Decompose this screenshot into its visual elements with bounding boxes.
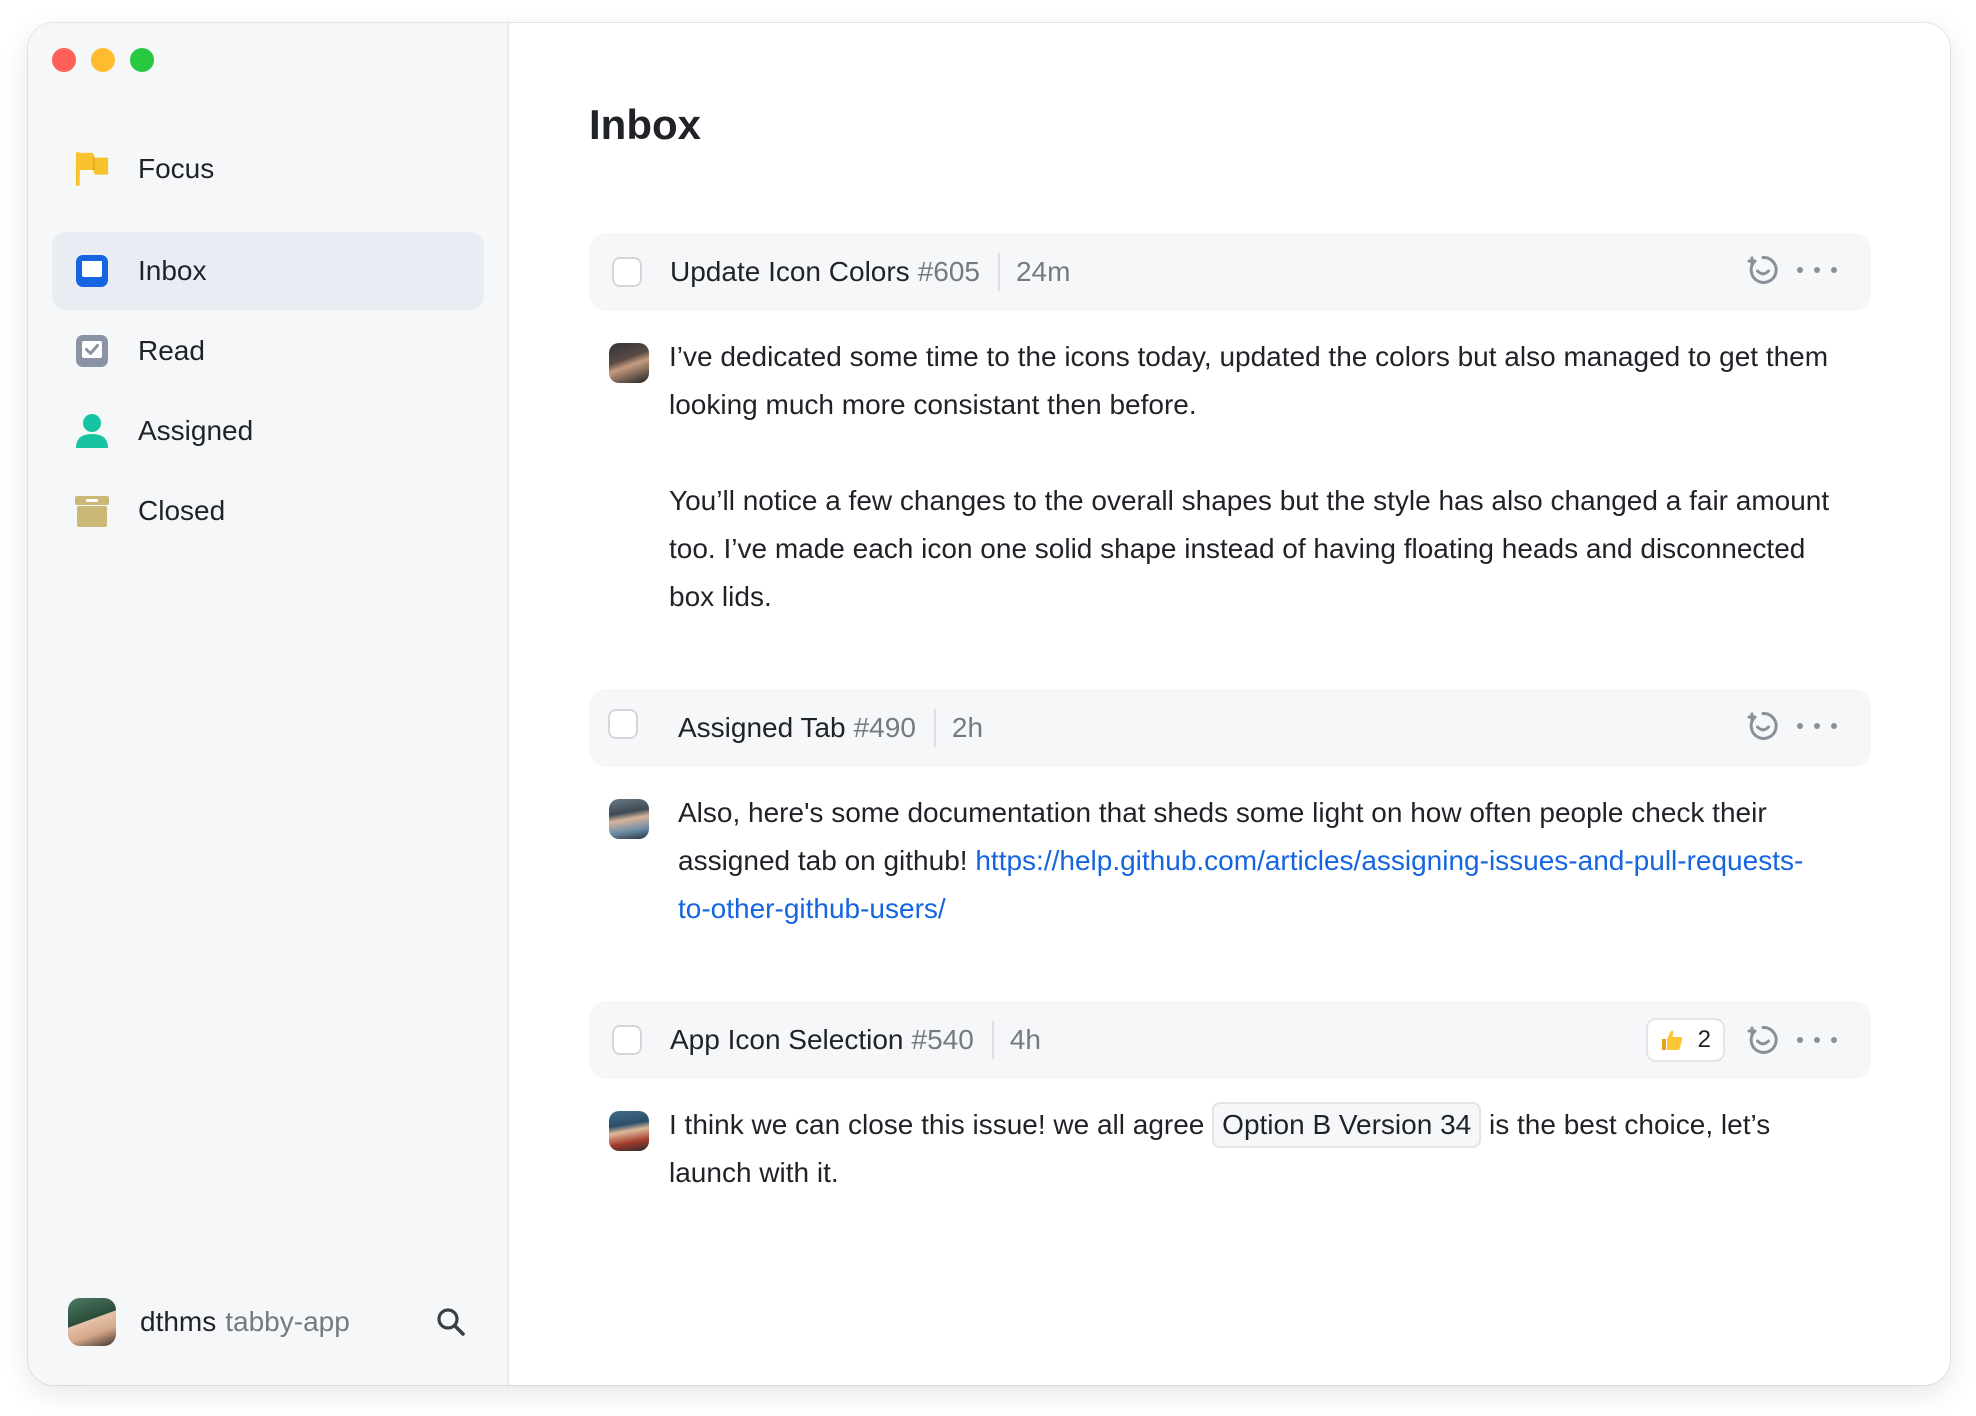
snooze-icon[interactable] bbox=[1745, 1022, 1781, 1058]
reaction-count: 2 bbox=[1697, 1026, 1711, 1053]
repo-name: tabby-app bbox=[225, 1306, 350, 1337]
comment: I think we can close this issue! we all … bbox=[589, 1101, 1871, 1197]
window-controls bbox=[52, 48, 154, 72]
sidebar: Focus Inbox Read Assigned Closed dthms t… bbox=[28, 23, 509, 1385]
thread-header[interactable]: App Icon Selection #540 4h 2 bbox=[589, 1001, 1871, 1079]
avatar[interactable] bbox=[68, 1298, 116, 1346]
account-footer: dthms tabby-app bbox=[68, 1297, 468, 1347]
sidebar-item-inbox[interactable]: Inbox bbox=[52, 232, 484, 310]
thread-title-group: Update Icon Colors #605 24m bbox=[670, 249, 1070, 295]
thread-title-group: App Icon Selection #540 4h bbox=[670, 1017, 1041, 1063]
comment-body: I think we can close this issue! we all … bbox=[589, 1101, 1871, 1197]
issue-time: 24m bbox=[1015, 256, 1071, 287]
archive-box-icon bbox=[74, 493, 110, 529]
sidebar-item-label: Assigned bbox=[138, 415, 254, 446]
more-options-icon[interactable] bbox=[1797, 708, 1837, 744]
comment-text: I think we can close this issue! we all … bbox=[669, 1109, 1205, 1140]
issue-title[interactable]: Assigned Tab bbox=[678, 712, 846, 744]
thread-actions bbox=[1745, 708, 1837, 744]
sidebar-item-label: Read bbox=[138, 335, 205, 366]
main-content: Inbox Update Icon Colors #605 24m I’ve d… bbox=[509, 23, 1950, 1385]
more-options-icon[interactable] bbox=[1797, 1022, 1837, 1058]
sidebar-item-focus[interactable]: Focus bbox=[52, 138, 482, 200]
inline-code: Option B Version 34 bbox=[1212, 1102, 1482, 1148]
sidebar-item-label: Closed bbox=[138, 495, 226, 526]
issue-number: #605 bbox=[917, 256, 980, 287]
issue-number: #540 bbox=[911, 1024, 974, 1055]
more-options-icon[interactable] bbox=[1797, 252, 1837, 288]
thread-checkbox[interactable] bbox=[612, 257, 642, 287]
thread: Assigned Tab #490 2h Also, here's some d… bbox=[589, 689, 1871, 933]
person-icon bbox=[74, 413, 110, 449]
thread-actions: 2 bbox=[1645, 1018, 1837, 1062]
avatar bbox=[609, 1111, 649, 1151]
snooze-icon[interactable] bbox=[1745, 708, 1781, 744]
thread-title-group: Assigned Tab #490 2h bbox=[678, 705, 983, 751]
thread-header[interactable]: Update Icon Colors #605 24m bbox=[589, 233, 1871, 311]
sidebar-item-assigned[interactable]: Assigned bbox=[52, 392, 484, 470]
avatar bbox=[609, 799, 649, 839]
issue-title[interactable]: App Icon Selection bbox=[670, 1024, 904, 1056]
sidebar-item-label: Focus bbox=[138, 153, 215, 184]
issue-title[interactable]: Update Icon Colors bbox=[670, 256, 910, 288]
inbox-icon bbox=[74, 253, 110, 289]
thread-checkbox[interactable] bbox=[612, 1025, 642, 1055]
avatar bbox=[609, 343, 649, 383]
divider bbox=[997, 253, 1000, 291]
reaction-badge[interactable]: 2 bbox=[1645, 1018, 1725, 1062]
thread-actions bbox=[1745, 252, 1837, 288]
sidebar-nav: Inbox Read Assigned Closed bbox=[52, 232, 484, 552]
comment: Also, here's some documentation that she… bbox=[589, 789, 1871, 933]
minimize-window-button[interactable] bbox=[91, 48, 115, 72]
snooze-icon[interactable] bbox=[1745, 252, 1781, 288]
divider bbox=[933, 709, 936, 747]
flag-icon bbox=[74, 151, 110, 187]
search-icon[interactable] bbox=[434, 1305, 468, 1339]
comment-paragraph: You’ll notice a few changes to the overa… bbox=[669, 485, 1830, 612]
issue-time: 2h bbox=[951, 712, 984, 743]
sidebar-item-label: Inbox bbox=[138, 255, 207, 286]
thread-checkbox[interactable] bbox=[608, 709, 638, 739]
divider bbox=[991, 1021, 994, 1059]
issue-number: #490 bbox=[853, 712, 916, 743]
comment-paragraph: I think we can close this issue! we all … bbox=[669, 1101, 1831, 1197]
comment-body: I’ve dedicated some time to the icons to… bbox=[589, 333, 1871, 621]
sidebar-item-read[interactable]: Read bbox=[52, 312, 484, 390]
thumbs-up-icon bbox=[1660, 1028, 1684, 1052]
comment: I’ve dedicated some time to the icons to… bbox=[589, 333, 1871, 621]
comment-body: Also, here's some documentation that she… bbox=[589, 789, 1871, 933]
sidebar-item-closed[interactable]: Closed bbox=[52, 472, 484, 550]
app-window: Focus Inbox Read Assigned Closed dthms t… bbox=[28, 23, 1950, 1385]
page-title: Inbox bbox=[589, 101, 701, 148]
comment-paragraph: Also, here's some documentation that she… bbox=[678, 789, 1831, 933]
comment-paragraph: I’ve dedicated some time to the icons to… bbox=[669, 341, 1829, 420]
maximize-window-button[interactable] bbox=[130, 48, 154, 72]
thread-header[interactable]: Assigned Tab #490 2h bbox=[589, 689, 1871, 767]
read-check-icon bbox=[74, 333, 110, 369]
issue-time: 4h bbox=[1009, 1024, 1041, 1055]
username: dthms bbox=[140, 1306, 217, 1337]
thread: Update Icon Colors #605 24m I’ve dedicat… bbox=[589, 233, 1871, 621]
close-window-button[interactable] bbox=[52, 48, 76, 72]
thread: App Icon Selection #540 4h 2 I think we … bbox=[589, 1001, 1871, 1197]
